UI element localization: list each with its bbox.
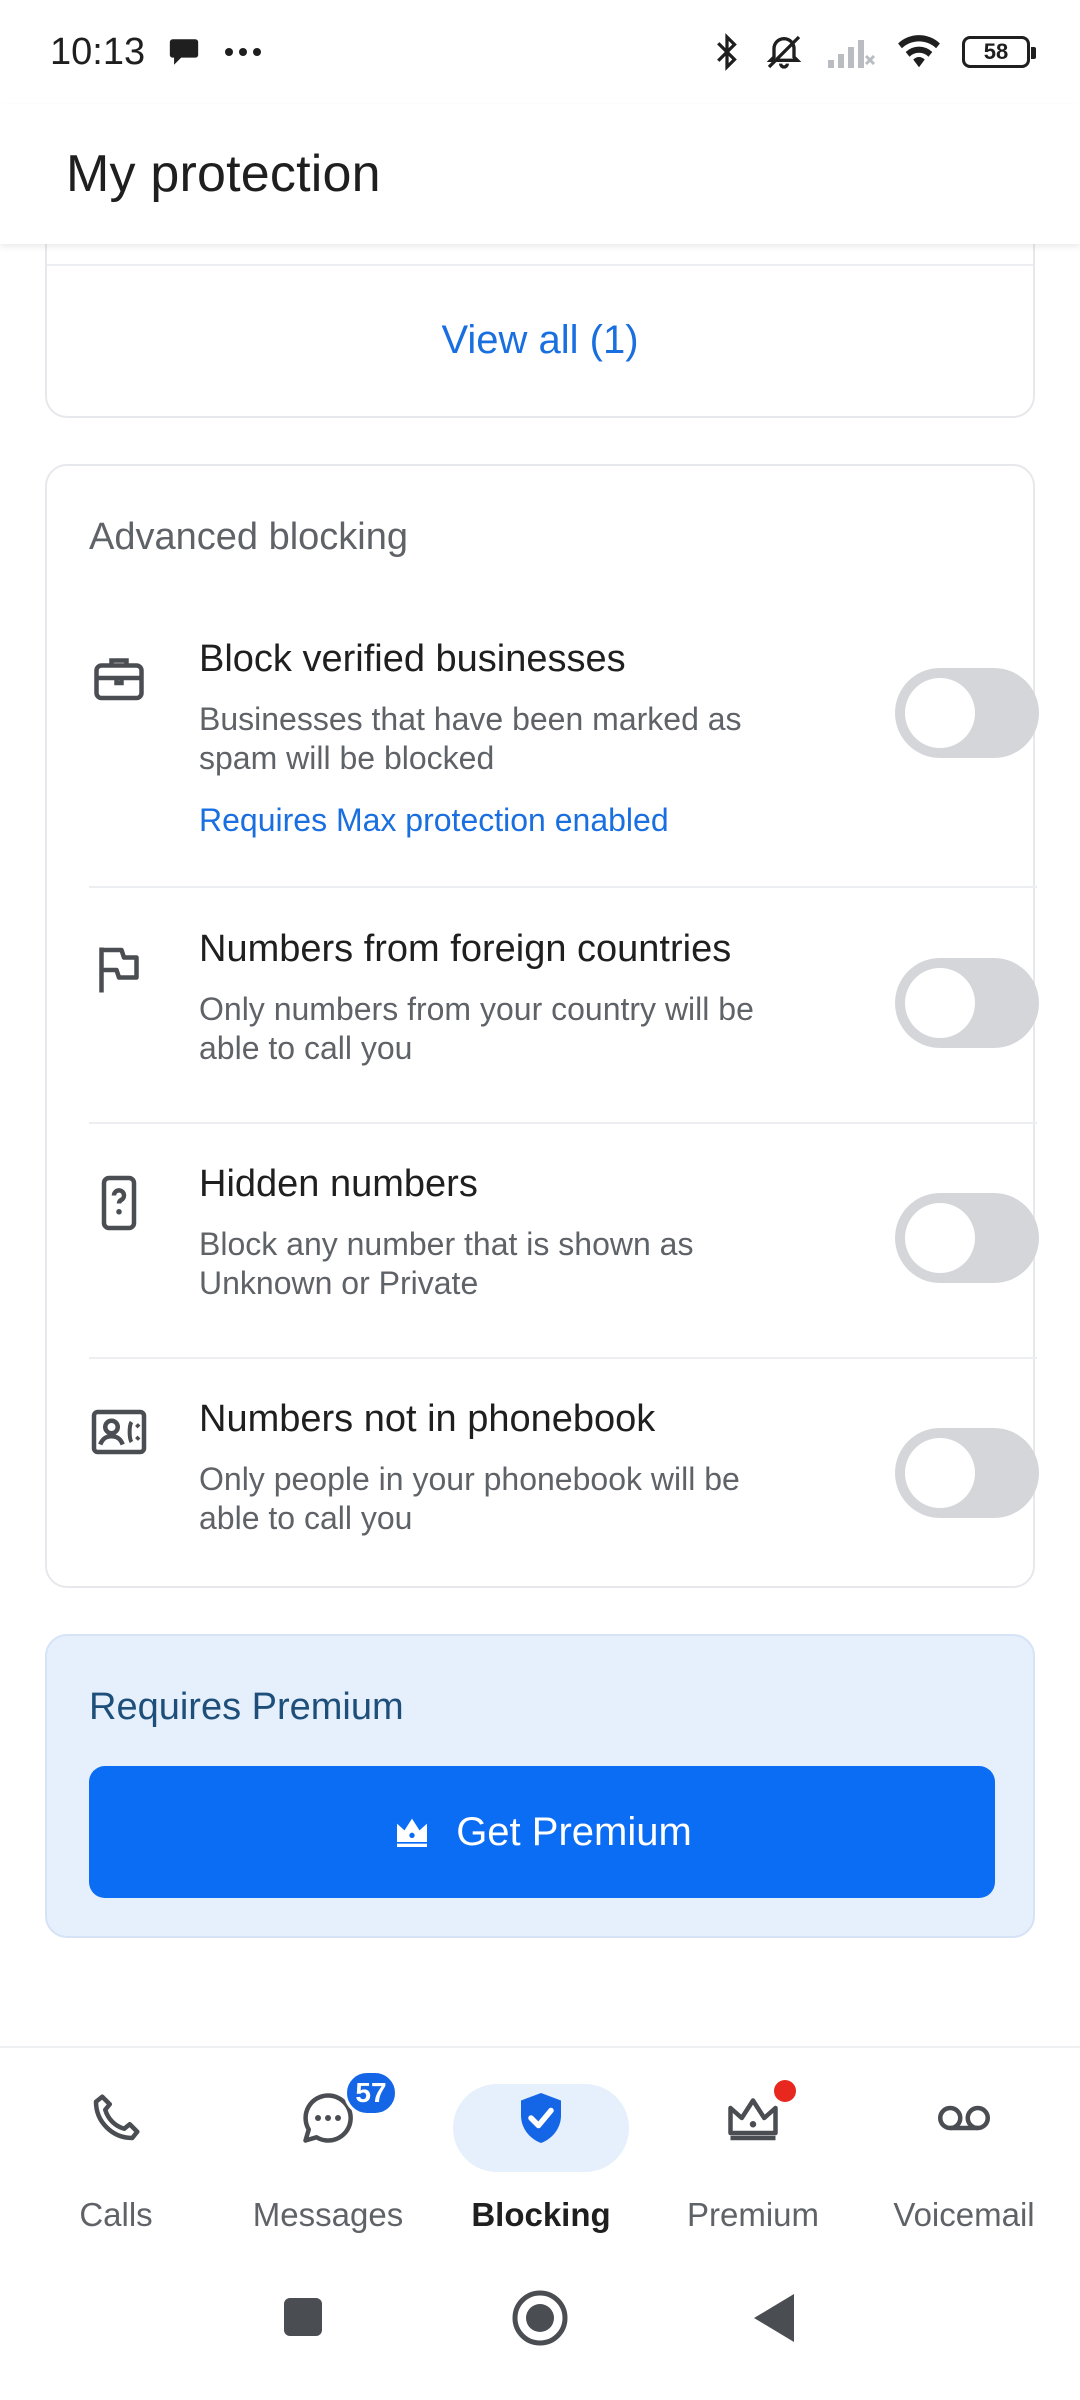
divider xyxy=(89,1357,1037,1359)
page-title: My protection xyxy=(66,145,381,203)
bottom-navigation: Calls Messages 57 Blocking Premium Voice… xyxy=(0,2046,1080,2246)
home-circle-icon[interactable] xyxy=(510,2288,570,2348)
more-dots-icon xyxy=(225,48,262,56)
phone-question-icon xyxy=(101,1175,137,1231)
app-header: My protection xyxy=(0,104,1080,244)
phone-icon xyxy=(93,2094,140,2141)
battery-icon: 58 xyxy=(962,36,1036,68)
row-title: Numbers from foreign countries xyxy=(199,928,732,970)
row-description-line: Only people in your phonebook will be xyxy=(199,1461,740,1497)
nav-blocking[interactable]: Blocking xyxy=(433,2048,649,2248)
premium-card-title: Requires Premium xyxy=(89,1686,404,1728)
bluetooth-icon xyxy=(717,33,737,71)
recents-square-icon[interactable] xyxy=(282,2296,324,2338)
row-description: Only numbers from your country will be a… xyxy=(199,990,799,1068)
unread-messages-badge: 57 xyxy=(344,2070,398,2116)
status-bar: 10:13 58 xyxy=(0,0,1080,104)
crown-icon xyxy=(397,1818,428,1847)
nav-label: Messages xyxy=(252,2196,404,2233)
advanced-blocking-card: Advanced blocking Block verified busines… xyxy=(45,464,1039,1588)
premium-notification-dot xyxy=(774,2080,796,2102)
nav-messages[interactable]: Messages xyxy=(220,2048,436,2248)
row-description-line: Unknown or Private xyxy=(199,1265,479,1301)
nav-label: Calls xyxy=(79,2196,153,2233)
not-in-phonebook-toggle[interactable] xyxy=(895,1428,1039,1518)
nav-voicemail[interactable]: Voicemail xyxy=(856,2048,1072,2248)
divider xyxy=(89,886,1037,888)
nav-label: Premium xyxy=(686,2196,820,2233)
row-description-line: Only numbers from your country will be xyxy=(199,991,754,1027)
divider xyxy=(89,1122,1037,1124)
view-all-link[interactable]: View all (1) xyxy=(47,318,1033,363)
chat-bubble-icon xyxy=(169,39,199,65)
contact-card-icon xyxy=(91,1409,147,1455)
crown-icon xyxy=(728,2098,778,2141)
block-verified-businesses-toggle[interactable] xyxy=(895,668,1039,758)
row-description-line: Businesses that have been marked as xyxy=(199,701,742,737)
nav-label: Voicemail xyxy=(893,2196,1035,2233)
briefcase-icon xyxy=(94,658,144,701)
row-title: Block verified businesses xyxy=(199,638,626,680)
signal-icon xyxy=(828,40,876,68)
row-description: Businesses that have been marked as spam… xyxy=(199,700,799,778)
row-description: Only people in your phonebook will be ab… xyxy=(199,1460,799,1538)
get-premium-label: Get Premium xyxy=(456,1809,692,1854)
voicemail-icon xyxy=(938,2105,990,2131)
row-description-line: Block any number that is shown as xyxy=(199,1226,694,1262)
requires-premium-card: Requires Premium Get Premium xyxy=(45,1634,1035,1938)
row-title: Numbers not in phonebook xyxy=(199,1398,656,1440)
alarm-off-icon xyxy=(766,35,802,69)
get-premium-button[interactable]: Get Premium xyxy=(89,1766,995,1898)
back-triangle-icon[interactable] xyxy=(752,2292,796,2344)
row-description: Block any number that is shown as Unknow… xyxy=(199,1225,799,1303)
battery-level: 58 xyxy=(983,39,1009,64)
wifi-icon xyxy=(898,35,940,68)
flag-icon xyxy=(99,947,139,993)
system-navigation-bar xyxy=(0,2246,1080,2400)
divider xyxy=(47,264,1033,266)
nav-premium[interactable]: Premium xyxy=(645,2048,861,2248)
status-time: 10:13 xyxy=(50,30,146,73)
shield-check-icon xyxy=(521,2093,561,2143)
nav-label: Blocking xyxy=(471,2196,611,2233)
row-description-line: able to call you xyxy=(199,1030,413,1066)
row-description-line: able to call you xyxy=(199,1500,413,1536)
hidden-numbers-toggle[interactable] xyxy=(895,1193,1039,1283)
foreign-countries-toggle[interactable] xyxy=(895,958,1039,1048)
row-description-line: spam will be blocked xyxy=(199,740,495,776)
section-title: Advanced blocking xyxy=(89,516,408,558)
row-title: Hidden numbers xyxy=(199,1163,478,1205)
nav-calls[interactable]: Calls xyxy=(8,2048,224,2248)
requires-max-protection-link[interactable]: Requires Max protection enabled xyxy=(199,802,669,839)
